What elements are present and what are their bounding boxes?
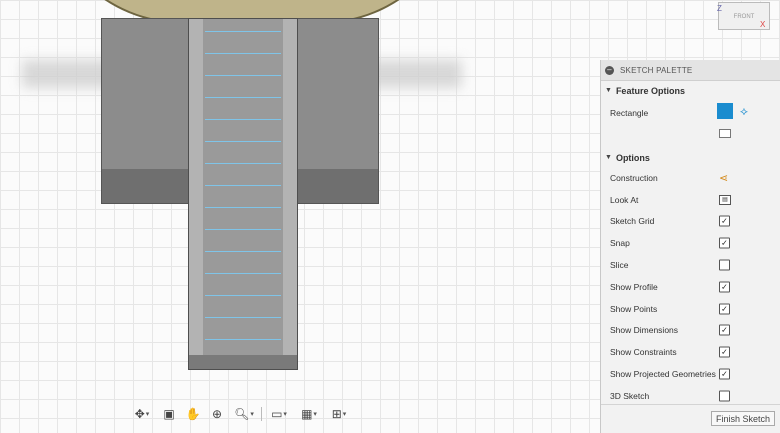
grid-settings-icon[interactable]: ▦ ▾ [296, 405, 322, 423]
option-checkbox[interactable] [719, 390, 730, 402]
option-checkbox[interactable] [719, 259, 730, 271]
option-row: Show Constraints ✓ [601, 341, 780, 363]
pan-icon[interactable]: ✋ [183, 405, 203, 423]
option-label: Show Constraints [610, 347, 677, 358]
option-row: Show Profile ✓ [601, 276, 780, 298]
option-label: Look At [610, 194, 639, 205]
option-label: Slice [610, 260, 629, 271]
look-at-icon[interactable]: ▤ [719, 194, 731, 205]
option-checkbox[interactable]: ✓ [719, 303, 730, 315]
rail-right-edge [283, 19, 297, 369]
axis-z-label: Z [717, 4, 722, 13]
orbit-icon[interactable]: ✥ ▾ [129, 405, 155, 423]
rail-part[interactable] [188, 18, 298, 370]
finish-sketch-button[interactable]: Finish Sketch [710, 411, 775, 426]
rail-track [205, 19, 281, 369]
options-list: Construction ⋖ Look At ▤ Sketch Grid ✓ Snap ✓ Sl… [601, 167, 780, 407]
options-header[interactable]: ▼ Options [601, 148, 780, 167]
feature-options-header[interactable]: ▼ Feature Options [601, 81, 780, 100]
option-label: Sketch Grid [610, 216, 655, 227]
construction-icon[interactable]: ⋖ [719, 171, 728, 184]
option-row: Look At ▤ [601, 189, 780, 211]
toolbar-divider [261, 407, 262, 421]
option-label: Show Points [610, 303, 658, 314]
option-row: Sketch Grid ✓ [601, 211, 780, 233]
triangle-down-icon: ▼ [605, 154, 612, 161]
axis-x-label: X [760, 20, 766, 29]
option-label: Show Dimensions [610, 325, 679, 336]
option-row: Show Projected Geometries ✓ [601, 363, 780, 385]
option-label: Construction [610, 172, 658, 183]
rail-foot [189, 355, 297, 369]
option-checkbox[interactable]: ✓ [719, 324, 730, 336]
rectangle-label: Rectangle [610, 108, 649, 118]
palette-footer: Finish Sketch [601, 404, 780, 433]
option-label: Snap [610, 238, 630, 249]
option-row: Show Points ✓ [601, 298, 780, 320]
zoom-window-icon[interactable]: ⊕ [207, 405, 227, 423]
rotated-rectangle-icon[interactable]: ⟡ [740, 104, 748, 119]
palette-title: SKETCH PALETTE [620, 65, 693, 75]
option-label: 3D Sketch [610, 390, 650, 401]
rectangle-type-button[interactable] [717, 103, 733, 119]
option-checkbox[interactable]: ✓ [719, 215, 730, 227]
display-settings-icon[interactable]: ▭ ▾ [266, 405, 292, 423]
option-checkbox[interactable]: ✓ [719, 281, 730, 293]
option-checkbox[interactable]: ✓ [719, 368, 730, 380]
option-checkbox[interactable]: ✓ [719, 346, 730, 358]
option-row: Slice [601, 254, 780, 276]
look-at-icon[interactable]: ▣ [159, 405, 179, 423]
option-row: Show Dimensions ✓ [601, 320, 780, 342]
option-checkbox[interactable]: ✓ [719, 237, 730, 249]
collapse-icon[interactable]: – [605, 65, 614, 75]
center-rectangle-icon[interactable] [719, 129, 731, 138]
triangle-down-icon: ▼ [605, 87, 612, 94]
option-label: Show Projected Geometries [610, 369, 716, 380]
rail-left-edge [189, 19, 203, 369]
option-row: Construction ⋖ [601, 167, 780, 189]
option-row: Snap ✓ [601, 232, 780, 254]
viewports-icon[interactable]: ⊞ ▾ [326, 405, 352, 423]
rectangle-row: Rectangle ⟡ [601, 100, 780, 148]
navigation-toolbar: ✥ ▾ ▣ ✋ ⊕ 🔍︎ ▾ ▭ ▾ ▦ ▾ ⊞ ▾ [129, 404, 352, 424]
zoom-icon[interactable]: 🔍︎ ▾ [231, 405, 257, 423]
sketch-palette: – SKETCH PALETTE ▼ Feature Options Recta… [600, 60, 780, 433]
palette-header[interactable]: – SKETCH PALETTE [601, 60, 780, 81]
option-label: Show Profile [610, 281, 658, 292]
